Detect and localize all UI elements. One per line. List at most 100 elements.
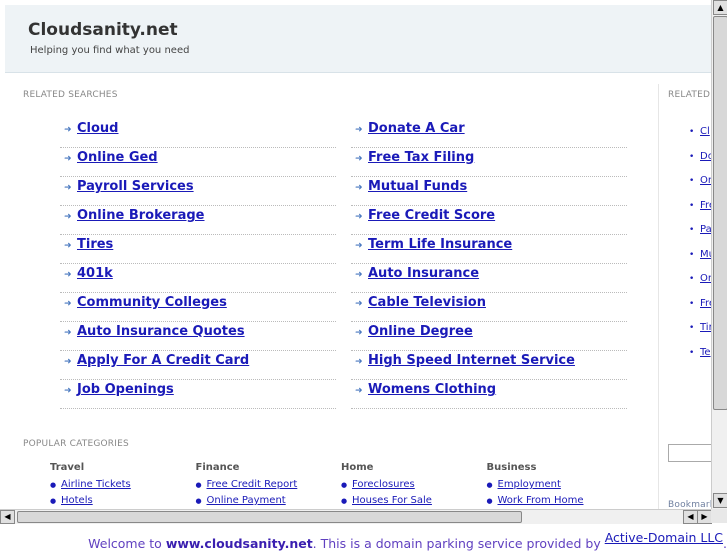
bullet-icon: ●: [341, 497, 348, 505]
category-link[interactable]: Houses For Sale: [352, 495, 432, 506]
sidebar-link[interactable]: On: [700, 273, 711, 284]
sidebar-title: RELATED: [668, 90, 711, 100]
category-link[interactable]: Airline Tickets: [61, 479, 131, 490]
related-search-item[interactable]: ➜ Payroll Services: [60, 176, 336, 206]
arrow-right-icon: ➜: [64, 241, 72, 251]
arrow-right-icon: ➜: [355, 154, 363, 164]
related-search-link[interactable]: Womens Clothing: [368, 382, 496, 397]
sidebar-search-input[interactable]: [668, 444, 711, 462]
scroll-left-icon[interactable]: ◀: [0, 510, 15, 524]
related-search-link[interactable]: Community Colleges: [77, 295, 227, 310]
bullet-icon: •: [689, 127, 695, 137]
related-search-link[interactable]: Auto Insurance: [368, 266, 479, 281]
related-search-link[interactable]: Auto Insurance Quotes: [77, 324, 245, 339]
related-search-item[interactable]: ➜ Auto Insurance Quotes: [60, 321, 336, 351]
bookmark-link[interactable]: Bookmark: [668, 500, 711, 509]
arrow-right-icon: ➜: [64, 183, 72, 193]
related-search-link[interactable]: Job Openings: [77, 382, 174, 397]
horizontal-scrollbar[interactable]: ◀ ◀ ▶: [0, 509, 712, 524]
arrow-right-icon: ➜: [64, 386, 72, 396]
bullet-icon: ●: [486, 497, 493, 505]
arrow-right-icon: ➜: [64, 212, 72, 222]
sidebar-link[interactable]: Do: [700, 151, 711, 162]
related-search-item[interactable]: ➜ Womens Clothing: [351, 379, 627, 409]
related-search-item[interactable]: ➜ Online Brokerage: [60, 205, 336, 235]
related-search-link[interactable]: Cable Television: [368, 295, 486, 310]
related-search-link[interactable]: Online Ged: [77, 150, 158, 165]
related-search-item[interactable]: ➜ Tires: [60, 234, 336, 264]
scroll-up-icon[interactable]: ▲: [713, 0, 727, 15]
category-link[interactable]: Foreclosures: [352, 479, 415, 490]
related-search-link[interactable]: Tires: [77, 237, 113, 252]
related-search-link[interactable]: Payroll Services: [77, 179, 194, 194]
category-link[interactable]: Hotels: [61, 495, 93, 506]
sidebar-link[interactable]: Tir: [700, 322, 711, 333]
bullet-icon: •: [689, 347, 695, 358]
related-search-item[interactable]: ➜ Community Colleges: [60, 292, 336, 322]
arrow-right-icon: ➜: [355, 357, 363, 367]
related-search-link[interactable]: Mutual Funds: [368, 179, 467, 194]
sidebar-link[interactable]: Fre: [700, 200, 711, 211]
sidebar-link[interactable]: Mu: [700, 249, 711, 260]
related-search-link[interactable]: Free Credit Score: [368, 208, 495, 223]
horizontal-scroll-thumb[interactable]: [17, 511, 522, 523]
related-search-item[interactable]: ➜ Cable Television: [351, 292, 627, 322]
footer-prefix: Welcome to: [88, 536, 166, 551]
related-search-item[interactable]: ➜ High Speed Internet Service: [351, 350, 627, 380]
related-search-item[interactable]: ➜ Online Degree: [351, 321, 627, 351]
related-search-link[interactable]: Free Tax Filing: [368, 150, 474, 165]
bullet-icon: •: [689, 298, 695, 309]
related-search-link[interactable]: Online Brokerage: [77, 208, 205, 223]
arrow-right-icon: ➜: [64, 299, 72, 309]
arrow-right-icon: ➜: [355, 299, 363, 309]
sidebar-link[interactable]: Pa: [700, 224, 711, 235]
arrow-right-icon: ➜: [355, 125, 363, 135]
scroll-down-icon[interactable]: ▼: [713, 493, 727, 508]
related-search-link[interactable]: Term Life Insurance: [368, 237, 512, 252]
site-title: Cloudsanity.net: [28, 20, 178, 40]
related-search-link[interactable]: Apply For A Credit Card: [77, 353, 249, 368]
bullet-icon: •: [689, 249, 695, 260]
page-viewport: Cloudsanity.net Helping you find what yo…: [0, 0, 711, 509]
category-link[interactable]: Employment: [498, 479, 561, 490]
sidebar-link[interactable]: Cl: [700, 126, 710, 137]
related-search-item[interactable]: ➜ Donate A Car: [351, 118, 627, 148]
bullet-icon: ●: [195, 481, 202, 489]
related-search-link[interactable]: 401k: [77, 266, 113, 281]
related-search-item[interactable]: ➜ Free Tax Filing: [351, 147, 627, 177]
bullet-icon: •: [689, 323, 695, 333]
related-search-item[interactable]: ➜ Job Openings: [60, 379, 336, 409]
sidebar-link[interactable]: Te: [700, 347, 711, 358]
related-search-item[interactable]: ➜ Auto Insurance: [351, 263, 627, 293]
sidebar-link[interactable]: Or: [700, 175, 711, 186]
related-search-item[interactable]: ➜ Free Credit Score: [351, 205, 627, 235]
arrow-right-icon: ➜: [355, 328, 363, 338]
scroll-left-icon-2[interactable]: ◀: [683, 510, 698, 524]
vertical-scrollbar[interactable]: ▲ ▼: [711, 0, 727, 509]
category-link[interactable]: Free Credit Report: [207, 479, 298, 490]
bullet-icon: ●: [486, 481, 493, 489]
bullet-icon: •: [689, 200, 695, 211]
related-search-item[interactable]: ➜ 401k: [60, 263, 336, 293]
sidebar-link[interactable]: Fre: [700, 298, 711, 309]
vertical-scroll-thumb[interactable]: [713, 16, 727, 410]
bullet-icon: •: [689, 151, 695, 162]
related-search-item[interactable]: ➜ Cloud: [60, 118, 336, 148]
related-search-item[interactable]: ➜ Apply For A Credit Card: [60, 350, 336, 380]
related-search-link[interactable]: Donate A Car: [368, 121, 465, 136]
category-link[interactable]: Work From Home: [498, 495, 584, 506]
arrow-right-icon: ➜: [355, 183, 363, 193]
related-search-link[interactable]: High Speed Internet Service: [368, 353, 575, 368]
related-search-item[interactable]: ➜ Term Life Insurance: [351, 234, 627, 264]
scroll-corner: [711, 509, 727, 523]
provider-link[interactable]: Active-Domain LLC: [605, 530, 723, 545]
bullet-icon: ●: [50, 481, 57, 489]
related-search-link[interactable]: Cloud: [77, 121, 119, 136]
category-link[interactable]: Online Payment: [207, 495, 286, 506]
bullet-icon: •: [689, 225, 695, 235]
related-search-item[interactable]: ➜ Online Ged: [60, 147, 336, 177]
related-search-item[interactable]: ➜ Mutual Funds: [351, 176, 627, 206]
scroll-right-icon[interactable]: ▶: [697, 510, 712, 524]
related-search-link[interactable]: Online Degree: [368, 324, 473, 339]
arrow-right-icon: ➜: [64, 328, 72, 338]
